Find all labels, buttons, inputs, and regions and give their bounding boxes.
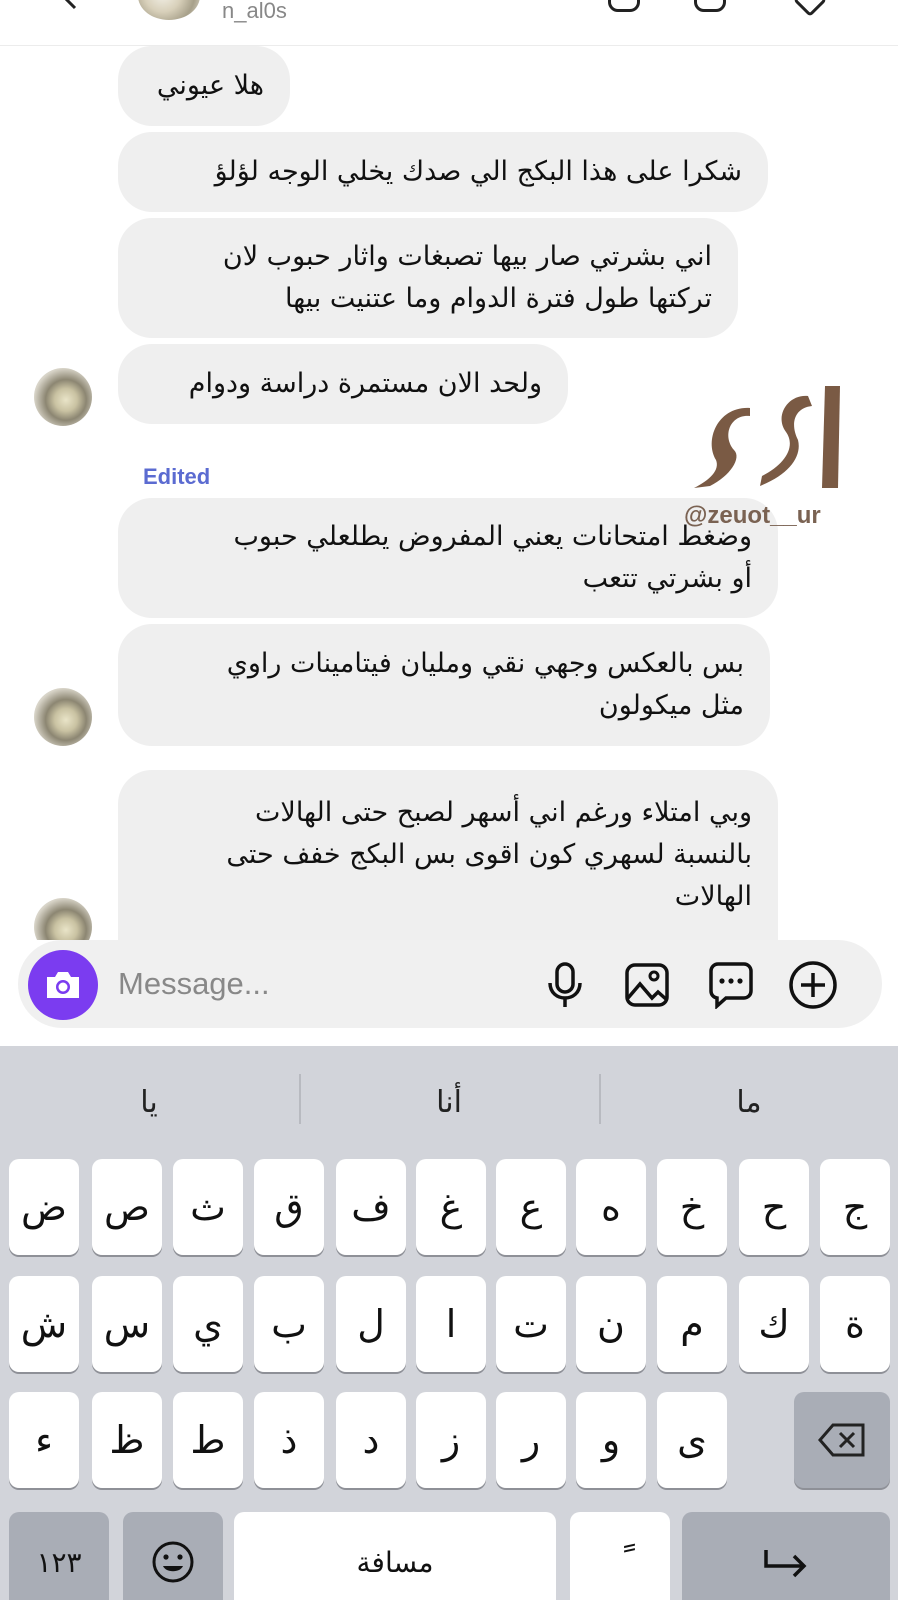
sticker-button[interactable]: [706, 960, 756, 1010]
key[interactable]: ب: [254, 1276, 324, 1372]
message-line: شكرا على هذا البكج الي صدك يخلي الوجه لؤ…: [214, 156, 742, 187]
plus-button[interactable]: [788, 960, 838, 1010]
key[interactable]: غ: [416, 1159, 486, 1255]
flag-icon[interactable]: [793, 0, 827, 17]
message-line: وبي امتلاء ورغم اني أسهر لصبح حتى الهالا…: [255, 797, 752, 828]
message-bubble[interactable]: بس بالعكس وجهي نقي ومليان فيتامينات راوي…: [118, 624, 770, 746]
message-composer: [18, 940, 882, 1028]
sticker-icon: [709, 962, 753, 1009]
key[interactable]: ه: [576, 1159, 646, 1255]
return-key[interactable]: [682, 1512, 890, 1600]
key[interactable]: ك: [739, 1276, 809, 1372]
message-line: مثل ميكولون: [598, 690, 744, 721]
return-arrow-icon: [764, 1550, 807, 1578]
space-key[interactable]: مسافة: [234, 1512, 556, 1600]
message-line: بس بالعكس وجهي نقي ومليان فيتامينات راوي: [226, 648, 744, 679]
sender-avatar[interactable]: [34, 898, 92, 940]
key[interactable]: ث: [173, 1159, 243, 1255]
key[interactable]: ن: [576, 1276, 646, 1372]
key[interactable]: س: [92, 1276, 162, 1372]
key[interactable]: ظ: [92, 1392, 162, 1488]
message-input[interactable]: [118, 962, 498, 1006]
key[interactable]: ع: [496, 1159, 566, 1255]
key[interactable]: ا: [416, 1276, 486, 1372]
emoji-icon: [152, 1541, 194, 1583]
message-line: أو بشرتي تتعب: [582, 563, 752, 594]
key[interactable]: و: [576, 1392, 646, 1488]
microphone-icon: [548, 962, 582, 1007]
message-thread[interactable]: هلا عيوني شكرا على هذا البكج الي صدك يخل…: [0, 46, 898, 940]
key[interactable]: ف: [336, 1159, 406, 1255]
header-avatar[interactable]: [138, 0, 200, 20]
watermark-text: @zeuot__ur: [684, 502, 821, 529]
message-line: الهالات: [674, 881, 752, 912]
suggestion-item[interactable]: ما: [600, 1046, 898, 1158]
key[interactable]: ش: [9, 1276, 79, 1372]
emoji-key[interactable]: [123, 1512, 223, 1600]
key[interactable]: ض: [9, 1159, 79, 1255]
key[interactable]: ز: [416, 1392, 486, 1488]
plus-icon: [789, 961, 837, 1009]
message-line: تركتها طول فترة الدوام وما عتنيت بيها: [284, 283, 712, 314]
key[interactable]: ي: [173, 1276, 243, 1372]
numbers-key[interactable]: ١٢٣: [9, 1512, 109, 1600]
edited-label: Edited: [143, 464, 211, 489]
key[interactable]: ذ: [254, 1392, 324, 1488]
arabic-keyboard: يا أنا ما ض ص ث ق ف غ ع ه خ ح ج ش س ي ب …: [0, 1046, 898, 1600]
message-bubble[interactable]: شكرا على هذا البكج الي صدك يخلي الوجه لؤ…: [118, 132, 768, 212]
camera-icon: [47, 972, 79, 998]
key[interactable]: ج: [820, 1159, 890, 1255]
key[interactable]: ة: [820, 1276, 890, 1372]
sender-avatar[interactable]: [34, 688, 92, 746]
backspace-key[interactable]: [794, 1392, 890, 1488]
watermark: @zeuot__ur: [684, 376, 850, 546]
watermark-logo: [694, 386, 840, 488]
backspace-icon: [818, 1423, 865, 1457]
message-line: هلا عيوني: [156, 70, 264, 101]
message-line: وضغط امتحانات يعني المفروض يطلعلي حبوب: [233, 521, 753, 552]
key[interactable]: ر: [496, 1392, 566, 1488]
key[interactable]: ء: [9, 1392, 79, 1488]
key[interactable]: ى: [657, 1392, 727, 1488]
message-line: ولحد الان مستمرة دراسة ودوام: [188, 368, 542, 399]
key[interactable]: د: [336, 1392, 406, 1488]
key[interactable]: ص: [92, 1159, 162, 1255]
key[interactable]: ق: [254, 1159, 324, 1255]
tanween-key[interactable]: ً: [570, 1512, 670, 1600]
header-username[interactable]: n_al0s: [222, 0, 287, 24]
camera-button[interactable]: [28, 950, 98, 1020]
message-line: اني بشرتي صار بيها تصبغات واثار حبوب لان: [222, 241, 712, 272]
message-bubble[interactable]: وضغط امتحانات يعني المفروض يطلعلي حبوب أ…: [118, 498, 778, 618]
key[interactable]: ط: [173, 1392, 243, 1488]
microphone-button[interactable]: [540, 960, 590, 1010]
chat-header: n_al0s: [0, 0, 898, 46]
message-bubble[interactable]: وبي امتلاء ورغم اني أسهر لصبح حتى الهالا…: [118, 770, 778, 940]
key[interactable]: ت: [496, 1276, 566, 1372]
key[interactable]: م: [657, 1276, 727, 1372]
call-icon[interactable]: [608, 0, 640, 12]
back-arrow-icon[interactable]: [60, 0, 84, 10]
key[interactable]: ل: [336, 1276, 406, 1372]
message-line: بالنسبة لسهري كون اقوى بس البكج خفف حتى: [226, 839, 752, 870]
suggestion-item[interactable]: أنا: [300, 1046, 598, 1158]
sender-avatar[interactable]: [34, 368, 92, 426]
video-call-icon[interactable]: [694, 0, 726, 12]
message-bubble[interactable]: ولحد الان مستمرة دراسة ودوام: [118, 344, 568, 424]
suggestion-bar: يا أنا ما: [0, 1046, 898, 1158]
key[interactable]: خ: [657, 1159, 727, 1255]
message-bubble[interactable]: اني بشرتي صار بيها تصبغات واثار حبوب لان…: [118, 218, 738, 338]
gallery-button[interactable]: [622, 960, 672, 1010]
key[interactable]: ح: [739, 1159, 809, 1255]
suggestion-item[interactable]: يا: [0, 1046, 298, 1158]
gallery-icon: [625, 963, 669, 1007]
message-bubble[interactable]: هلا عيوني: [118, 46, 290, 126]
